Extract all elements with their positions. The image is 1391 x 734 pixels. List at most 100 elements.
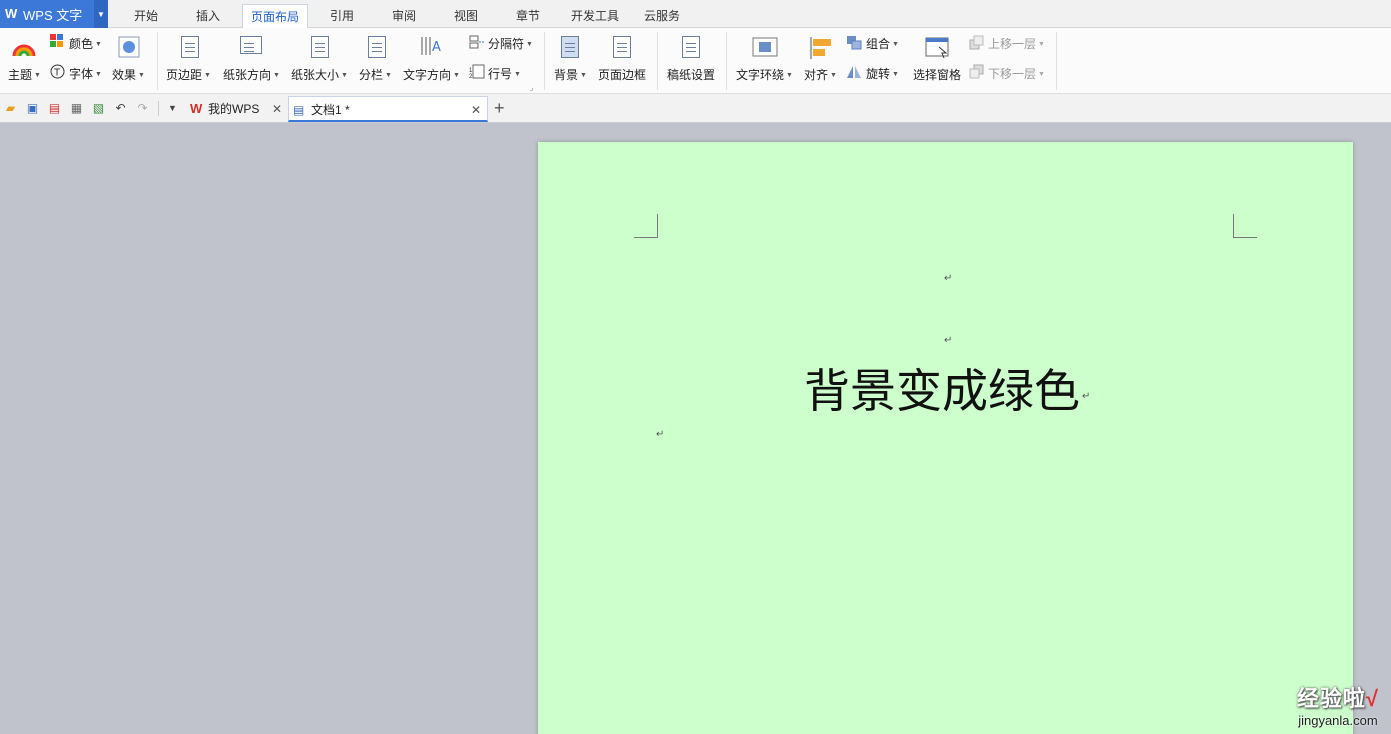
group-dropdown-icon: ▼ [892,41,899,49]
background-icon [561,36,579,58]
tab-developer[interactable]: 开发工具 [564,4,626,28]
theme-button[interactable]: 主题 ▼ [8,66,41,83]
send-backward-button[interactable]: 下移一层 ▼ [988,65,1045,82]
text-direction-button[interactable]: 文字方向 ▼ [403,66,460,83]
color-palette-icon [50,34,63,47]
customize-dropdown-icon[interactable]: ▼ [165,101,180,116]
close-tab-icon[interactable]: ✕ [272,96,282,122]
page-border-icon [613,36,631,58]
rotate-dropdown-icon: ▼ [892,71,899,79]
send-backward-dropdown-icon: ▼ [1038,71,1045,79]
orientation-button[interactable]: 纸张方向 ▼ [223,66,280,83]
margin-corner-top-right [1233,214,1257,238]
bring-forward-button[interactable]: 上移一层 ▼ [988,35,1045,52]
orientation-icon [240,36,262,54]
page-setup-launcher-icon[interactable]: ⌟ [530,84,533,92]
effect-dropdown-icon: ▼ [138,72,145,80]
menu-bar: W WPS 文字 ▼ 开始 插入 页面布局 引用 审阅 视图 章节 开发工具 云… [0,0,1391,28]
line-numbers-icon: 12 [469,64,485,79]
document-icon: ▤ [293,103,305,117]
save-icon[interactable]: ▣ [25,101,40,116]
page-border-button[interactable]: 页面边框 [598,66,646,83]
margin-corner-top-left [634,214,658,238]
paragraph-mark: ↵ [944,273,953,284]
columns-dropdown-icon: ▼ [385,72,392,80]
paper-size-button[interactable]: 纸张大小 ▼ [291,66,348,83]
redo-icon[interactable]: ↷ [135,101,150,116]
line-numbers-button[interactable]: 行号 ▼ [488,65,521,82]
effect-button[interactable]: 效果 ▼ [112,66,145,83]
paper-size-dropdown-icon: ▼ [341,72,348,80]
watermark: 经验啦√ jingyanla.com [1297,681,1379,728]
send-backward-label: 下移一层 [988,67,1037,81]
columns-label: 分栏 [359,68,384,82]
ribbon-separator [726,32,727,90]
export-pdf-icon[interactable]: ▤ [47,101,62,116]
text-direction-dropdown-icon: ▼ [453,72,460,80]
background-button[interactable]: 背景 ▼ [554,66,587,83]
rotate-button[interactable]: 旋转 ▼ [866,65,899,82]
tab-references[interactable]: 引用 [320,4,364,28]
tab-page-layout[interactable]: 页面布局 [242,4,308,28]
svg-text:2: 2 [469,74,473,79]
paper-size-label: 纸张大小 [291,68,340,82]
orientation-dropdown-icon: ▼ [273,72,280,80]
doc-tab-my-wps[interactable]: W 我的WPS ✕ [186,96,288,122]
app-menu-button[interactable]: W WPS 文字 ▼ [0,0,108,28]
close-tab-icon[interactable]: ✕ [471,97,481,123]
orientation-label: 纸张方向 [223,68,272,82]
watermark-line1: 经验啦√ [1297,681,1379,713]
doc-tab-document1[interactable]: ▤ 文档1 * ✕ [288,96,488,122]
new-tab-icon[interactable]: + [494,97,505,119]
group-button[interactable]: 组合 ▼ [866,35,899,52]
document-text[interactable]: 背景变成绿色 ↵ [804,363,1091,433]
document-text-content: 背景变成绿色 [804,364,1080,418]
breaks-dropdown-icon: ▼ [526,41,533,49]
doc-tab-label: 我的WPS [208,102,260,116]
margins-button[interactable]: 页边距 ▼ [166,66,211,83]
align-icon [810,37,831,59]
align-button[interactable]: 对齐 ▼ [804,66,837,83]
color-button[interactable]: 颜色 ▼ [69,35,102,52]
paper-size-icon [311,36,329,58]
breaks-button[interactable]: 分隔符 ▼ [488,35,533,52]
svg-text:A: A [432,40,441,55]
watermark-check: √ [1365,686,1379,711]
text-direction-icon: A [421,37,441,55]
tab-view[interactable]: 视图 [444,4,488,28]
undo-icon[interactable]: ↶ [113,101,128,116]
wrap-text-button[interactable]: 文字环绕 ▼ [736,66,793,83]
tab-review[interactable]: 审阅 [382,4,426,28]
tab-insert[interactable]: 插入 [186,4,230,28]
open-folder-icon[interactable]: ▰ [3,101,18,116]
ribbon-separator [657,32,658,90]
margins-dropdown-icon: ▼ [204,72,211,80]
doc-tab-label: 文档1 * [311,103,350,117]
tab-start[interactable]: 开始 [124,4,168,28]
rotate-icon [847,66,861,78]
document-workspace: ↵ ↵ 背景变成绿色 ↵ ↵ 经验啦√ jingyanla.com [0,123,1391,734]
watermark-text: 经验啦 [1296,686,1366,711]
bring-forward-icon [969,35,984,50]
bring-forward-label: 上移一层 [988,37,1037,51]
paragraph-mark: ↵ [1082,391,1091,402]
app-menu-dropdown-icon[interactable]: ▼ [94,0,108,28]
svg-text:T: T [53,68,61,79]
paragraph-mark: ↵ [656,429,665,440]
print-icon[interactable]: ▦ [69,101,84,116]
background-label: 背景 [554,68,579,82]
rotate-label: 旋转 [866,67,891,81]
font-button[interactable]: 字体 ▼ [69,65,102,82]
document-page[interactable]: ↵ ↵ 背景变成绿色 ↵ ↵ [538,142,1353,734]
tab-cloud[interactable]: 云服务 [638,4,686,28]
grid-paper-icon [682,36,700,58]
selection-pane-button[interactable]: 选择窗格 [913,66,961,83]
ribbon-separator [1056,32,1057,90]
columns-button[interactable]: 分栏 ▼ [359,66,392,83]
tab-chapter[interactable]: 章节 [506,4,550,28]
send-backward-icon [969,64,984,79]
grid-paper-button[interactable]: 稿纸设置 [667,66,715,83]
print-preview-icon[interactable]: ▧ [91,101,106,116]
breaks-icon [469,35,484,49]
line-numbers-label: 行号 [488,67,513,81]
